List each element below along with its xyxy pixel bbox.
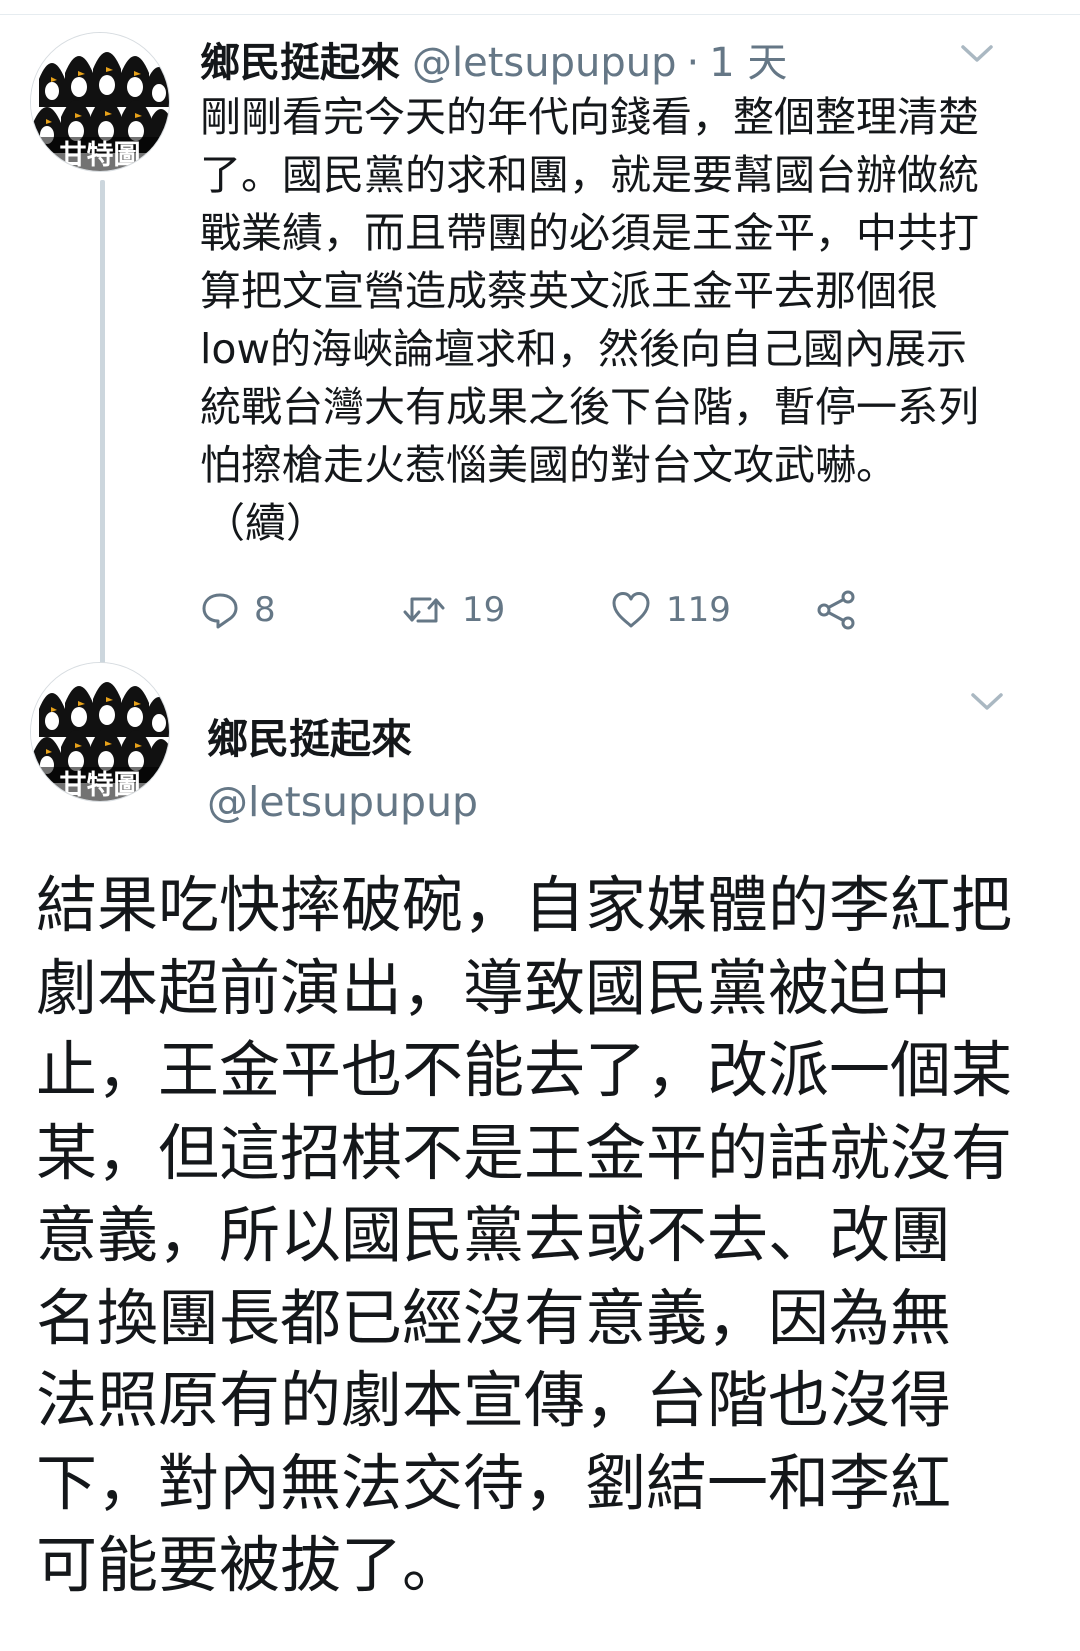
penguin-crowd-avatar-icon: 甘特圖	[31, 33, 169, 171]
like-button[interactable]: 119	[610, 585, 731, 635]
avatar-caption: 甘特圖	[60, 770, 141, 801]
tweet-text: 結果吃快摔破碗，自家媒體的李紅把 劇本超前演出，導致國民黨被迫中 止，王金平也不…	[36, 865, 1066, 1608]
tweet-text-line: 意義，所以國民黨去或不去、改團	[36, 1200, 952, 1271]
heart-icon	[610, 590, 652, 630]
tweet-text-line: 劇本超前演出，導致國民黨被迫中	[36, 952, 952, 1024]
tweet-text-line: （續）	[204, 499, 327, 547]
avatar[interactable]: 甘特圖	[30, 32, 170, 172]
tweet-text-line: 法照原有的劇本宣傳，台階也沒得	[36, 1365, 952, 1436]
user-handle[interactable]: @letsupupup	[207, 778, 478, 826]
tweet-text-line: 算把文宣營造成蔡英文派王金平去那個很	[200, 267, 938, 315]
tweet-text-line: 戰業績，而且帶團的必須是王金平，中共打	[200, 209, 979, 257]
tweet-text-line: 某，但這招棋不是王金平的話就沒有	[36, 1117, 1013, 1189]
top-divider	[0, 0, 1080, 15]
retweet-count: 19	[462, 590, 506, 630]
tweet-text-line: 怕擦槍走火惹惱美國的對台文攻武嚇。	[200, 441, 897, 489]
chevron-down-icon[interactable]	[970, 692, 1004, 712]
tweet-actions: 8 19 119	[200, 585, 900, 635]
tweet-text-line: low的海峽論壇求和，然後向自己國內展示	[200, 325, 968, 373]
tweet-text-line: 了。國民黨的求和團，就是要幫國台辦做統	[200, 151, 979, 199]
reply-button[interactable]: 8	[200, 585, 276, 635]
user-handle[interactable]: @letsupupup	[412, 40, 676, 86]
separator-dot: ·	[686, 40, 700, 86]
penguin-crowd-avatar-icon: 甘特圖	[31, 663, 169, 801]
share-icon	[815, 589, 859, 631]
display-name[interactable]: 鄉民挺起來	[200, 30, 400, 88]
tweet-text-line: 剛剛看完今天的年代向錢看，整個整理清楚	[200, 93, 979, 141]
thread-connector-line	[100, 180, 105, 685]
retweet-icon	[400, 590, 448, 630]
tweet-text-line: 結果吃快摔破碗，自家媒體的李紅把	[36, 870, 1013, 941]
tweet-text-line: 下，對內無法交待，劉結一和李紅	[36, 1447, 952, 1519]
avatar[interactable]: 甘特圖	[30, 662, 170, 802]
tweet-text-line: 統戰台灣大有成果之後下台階，暫停一系列	[200, 383, 979, 431]
tweet-text-line: 名換團長都已經沒有意義，因為無	[36, 1282, 952, 1354]
tweet-text: 剛剛看完今天的年代向錢看，整個整理清楚 了。國民黨的求和團，就是要幫國台辦做統 …	[200, 88, 1035, 552]
tweet-text-line: 可能要被拔了。	[36, 1530, 464, 1601]
reply-count: 8	[254, 590, 276, 630]
reply-icon	[200, 590, 240, 630]
timestamp[interactable]: 1 天	[709, 30, 787, 88]
like-count: 119	[666, 590, 731, 630]
share-button[interactable]	[815, 585, 859, 635]
display-name[interactable]: 鄉民挺起來	[207, 705, 412, 765]
tweet-text-line: 止，王金平也不能去了，改派一個某	[36, 1035, 1013, 1106]
chevron-down-icon[interactable]	[960, 44, 994, 64]
avatar-caption: 甘特圖	[60, 140, 141, 171]
tweet-header: 鄉民挺起來 @letsupupup · 1 天	[200, 30, 787, 86]
retweet-button[interactable]: 19	[400, 585, 505, 635]
